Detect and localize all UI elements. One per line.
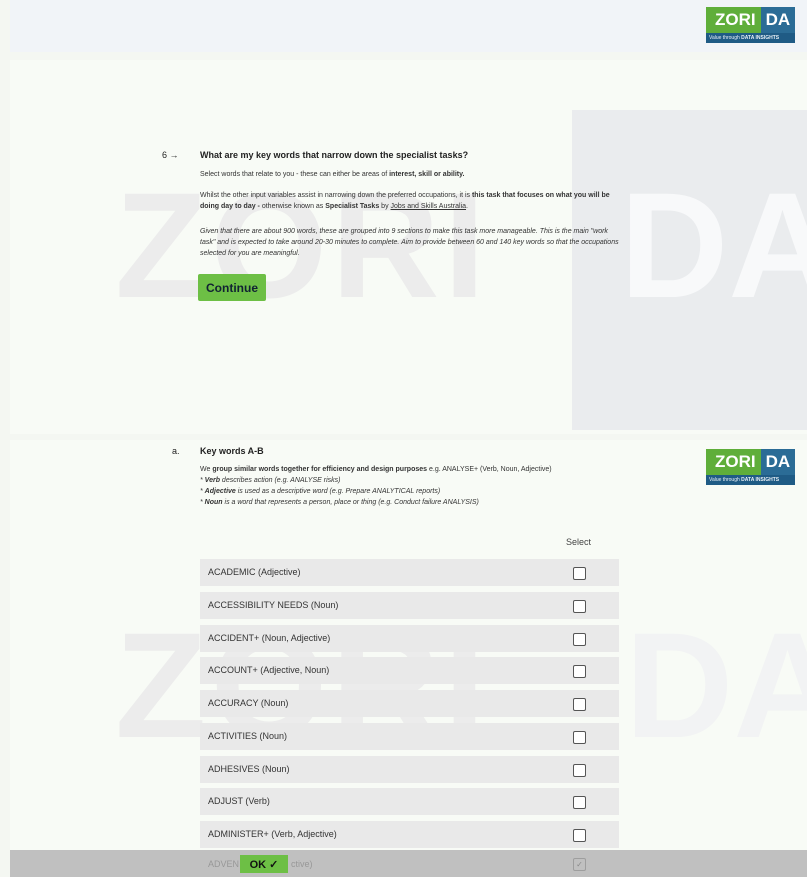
logo-tagline-2: Value through DATA INSIGHTS bbox=[706, 475, 796, 485]
watermark-da-2: DA bbox=[625, 601, 807, 769]
logo-zori-text: ZORI bbox=[706, 7, 761, 33]
list-item[interactable]: ACCURACY (Noun) bbox=[200, 690, 619, 717]
keywords-verb-note: * Verb describes action (e.g. ANALYSE ri… bbox=[200, 477, 341, 484]
continue-button[interactable]: Continue bbox=[198, 274, 266, 301]
keywords-intro: We group similar words together for effi… bbox=[200, 466, 552, 473]
keyword-label: ACADEMIC (Adjective) bbox=[208, 567, 301, 577]
keyword-label: ACCOUNT+ (Adjective, Noun) bbox=[208, 665, 330, 675]
keyword-checkbox[interactable] bbox=[573, 698, 586, 711]
list-item[interactable]: ACADEMIC (Adjective) bbox=[200, 559, 619, 586]
list-item[interactable]: ADJUST (Verb) bbox=[200, 788, 619, 815]
keyword-checkbox[interactable] bbox=[573, 633, 586, 646]
logo-tagline: Value through DATA INSIGHTS bbox=[706, 33, 796, 43]
keyword-label: ACCESSIBILITY NEEDS (Noun) bbox=[208, 600, 339, 610]
list-item[interactable]: ADMINISTER+ (Verb, Adjective) bbox=[200, 821, 619, 848]
bottom-action-bar bbox=[10, 850, 807, 877]
keywords-noun-note: * Noun is a word that represents a perso… bbox=[200, 499, 479, 506]
list-item[interactable]: ADHESIVES (Noun) bbox=[200, 756, 619, 783]
logo-da-text-2: DA bbox=[760, 449, 796, 475]
keywords-block: a. Key words A-B We group similar words … bbox=[172, 446, 632, 506]
keyword-checkbox[interactable] bbox=[573, 567, 586, 580]
select-column-header: Select bbox=[566, 537, 592, 547]
keyword-checkbox[interactable] bbox=[573, 665, 586, 678]
keyword-checkbox[interactable] bbox=[573, 764, 586, 777]
zorida-logo-2: ZORI DA Value through DATA INSIGHTS bbox=[706, 449, 796, 485]
list-item[interactable]: ACTIVITIES (Noun) bbox=[200, 723, 619, 750]
list-item[interactable]: ACCIDENT+ (Noun, Adjective) bbox=[200, 625, 619, 652]
partially-hidden-keyword-checkbox[interactable]: ✓ bbox=[573, 858, 586, 871]
ok-label: OK bbox=[249, 858, 267, 871]
checkmark-icon: ✓ bbox=[269, 858, 279, 871]
question-paragraph-3: Given that there are about 900 words, th… bbox=[200, 228, 619, 257]
question-title: What are my key words that narrow down t… bbox=[200, 150, 469, 160]
logo-zori-text-2: ZORI bbox=[706, 449, 761, 475]
question-paragraph-2: Whilst the other input variables assist … bbox=[200, 192, 610, 210]
question-paragraph-1: Select words that relate to you - these … bbox=[200, 171, 465, 178]
keyword-label: ACCIDENT+ (Noun, Adjective) bbox=[208, 633, 331, 643]
question-number: 6 → bbox=[162, 150, 179, 160]
keyword-checkbox[interactable] bbox=[573, 829, 586, 842]
keyword-checkbox[interactable] bbox=[573, 600, 586, 613]
top-bar bbox=[10, 0, 807, 52]
keyword-label: ADHESIVES (Noun) bbox=[208, 764, 290, 774]
keyword-label: ACTIVITIES (Noun) bbox=[208, 731, 288, 741]
keywords-title: Key words A-B bbox=[200, 446, 264, 456]
zorida-logo: ZORI DA Value through DATA INSIGHTS bbox=[706, 7, 796, 43]
keyword-label: ADMINISTER+ (Verb, Adjective) bbox=[208, 829, 337, 839]
keyword-checkbox[interactable] bbox=[573, 731, 586, 744]
keyword-checkbox[interactable] bbox=[573, 796, 586, 809]
logo-da-text: DA bbox=[760, 7, 796, 33]
list-item[interactable]: ACCESSIBILITY NEEDS (Noun) bbox=[200, 592, 619, 619]
keywords-adjective-note: * Adjective is used as a descriptive wor… bbox=[200, 488, 441, 495]
jobs-skills-australia-link[interactable]: Jobs and Skills Australia bbox=[391, 203, 466, 210]
keyword-label: ADJUST (Verb) bbox=[208, 796, 270, 806]
keywords-letter: a. bbox=[172, 446, 180, 456]
keyword-label: ACCURACY (Noun) bbox=[208, 698, 289, 708]
ok-button[interactable]: OK ✓ bbox=[240, 855, 288, 873]
list-item[interactable]: ACCOUNT+ (Adjective, Noun) bbox=[200, 657, 619, 684]
watermark-da: DA bbox=[620, 161, 807, 329]
